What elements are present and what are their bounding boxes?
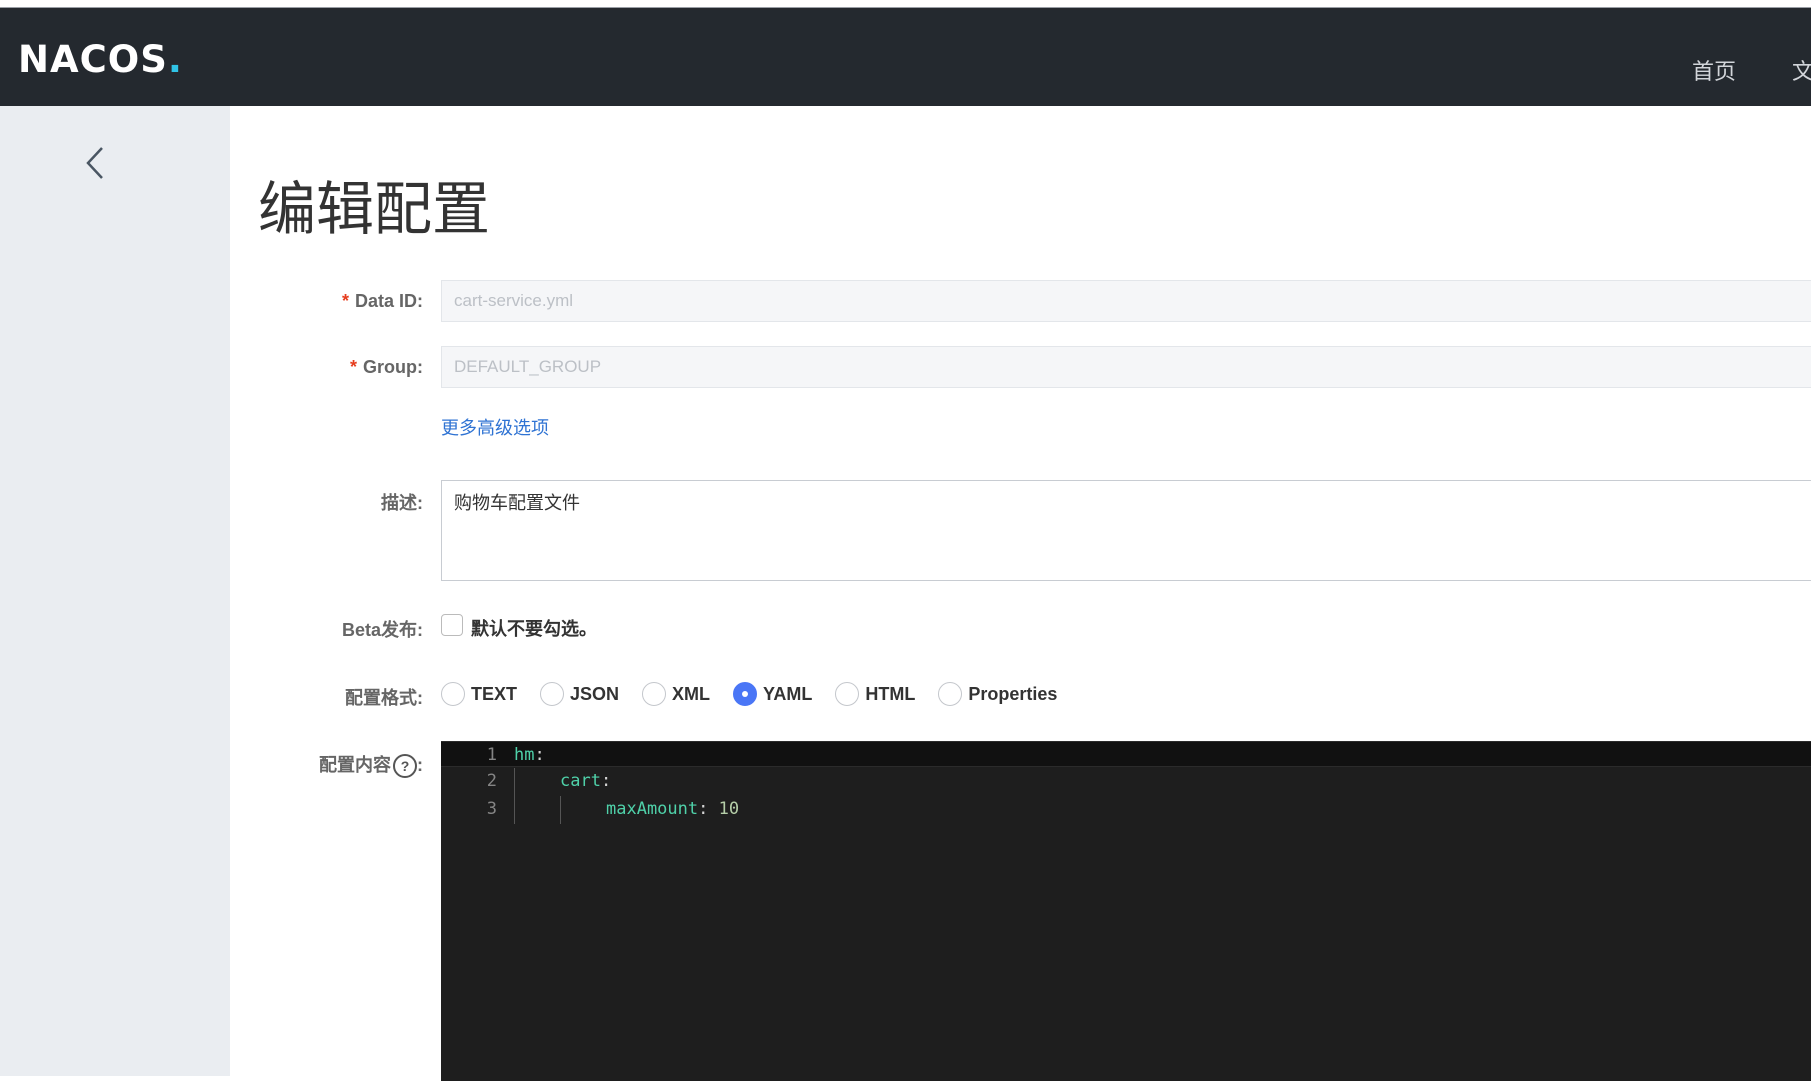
yaml-key: maxAmount bbox=[606, 799, 699, 819]
top-navbar: NACOS. 首页 文 bbox=[0, 8, 1811, 106]
nacos-logo[interactable]: NACOS. bbox=[18, 38, 183, 81]
data-id-label: * Data ID: bbox=[341, 291, 423, 311]
format-radio-group: TEXT JSON XML YAML HTML Properties bbox=[441, 680, 1080, 708]
nav-docs-link[interactable]: 文 bbox=[1792, 54, 1811, 86]
yaml-number-value: 10 bbox=[718, 799, 740, 819]
code-editor[interactable]: 1 hm: 2 cart: 3 maxAmount: 10 bbox=[441, 741, 1811, 1081]
description-textarea[interactable]: 购物车配置文件 bbox=[441, 480, 1811, 581]
content-label: 配置内容?: bbox=[253, 751, 423, 779]
editor-line: 2 cart: bbox=[441, 768, 1811, 794]
line-number: 3 bbox=[486, 799, 497, 819]
indent-guide bbox=[560, 796, 561, 824]
beta-label: Beta发布: bbox=[341, 620, 423, 640]
radio-selected-icon bbox=[733, 682, 758, 706]
line-number: 1 bbox=[486, 745, 497, 765]
radio-icon bbox=[540, 682, 565, 706]
help-circle-icon[interactable]: ? bbox=[393, 754, 417, 779]
data-id-input[interactable]: cart-service.yml bbox=[441, 280, 1811, 322]
radio-icon bbox=[441, 682, 465, 706]
beta-checkbox-label: 默认不要勾选。 bbox=[471, 619, 597, 639]
sidebar bbox=[0, 106, 230, 1076]
line-number: 2 bbox=[486, 771, 497, 791]
format-option-html[interactable]: HTML bbox=[835, 682, 915, 706]
editor-line: 1 hm: bbox=[441, 741, 1811, 767]
radio-icon bbox=[835, 682, 860, 706]
window-top-edge bbox=[0, 0, 1811, 8]
advanced-options-link[interactable]: 更多高级选项 bbox=[441, 414, 549, 440]
format-label: 配置格式: bbox=[345, 688, 423, 708]
yaml-key: hm bbox=[514, 745, 535, 765]
page-title: 编辑配置 bbox=[258, 177, 491, 242]
indent-guide bbox=[514, 768, 515, 824]
back-arrow-icon[interactable] bbox=[80, 143, 110, 183]
format-option-text[interactable]: TEXT bbox=[441, 682, 517, 706]
radio-icon bbox=[938, 682, 963, 706]
format-option-json[interactable]: JSON bbox=[540, 682, 619, 706]
yaml-key: cart bbox=[560, 771, 601, 791]
format-option-xml[interactable]: XML bbox=[642, 682, 710, 706]
group-label: * Group: bbox=[349, 357, 423, 377]
editor-line: 3 maxAmount: 10 bbox=[441, 796, 1811, 822]
format-option-properties[interactable]: Properties bbox=[938, 682, 1057, 706]
nav-home-link[interactable]: 首页 bbox=[1692, 54, 1736, 86]
description-label: 描述: bbox=[381, 493, 423, 513]
beta-checkbox[interactable] bbox=[441, 614, 463, 636]
group-input[interactable]: DEFAULT_GROUP bbox=[441, 346, 1811, 388]
format-option-yaml[interactable]: YAML bbox=[733, 682, 812, 706]
radio-icon bbox=[642, 682, 667, 706]
